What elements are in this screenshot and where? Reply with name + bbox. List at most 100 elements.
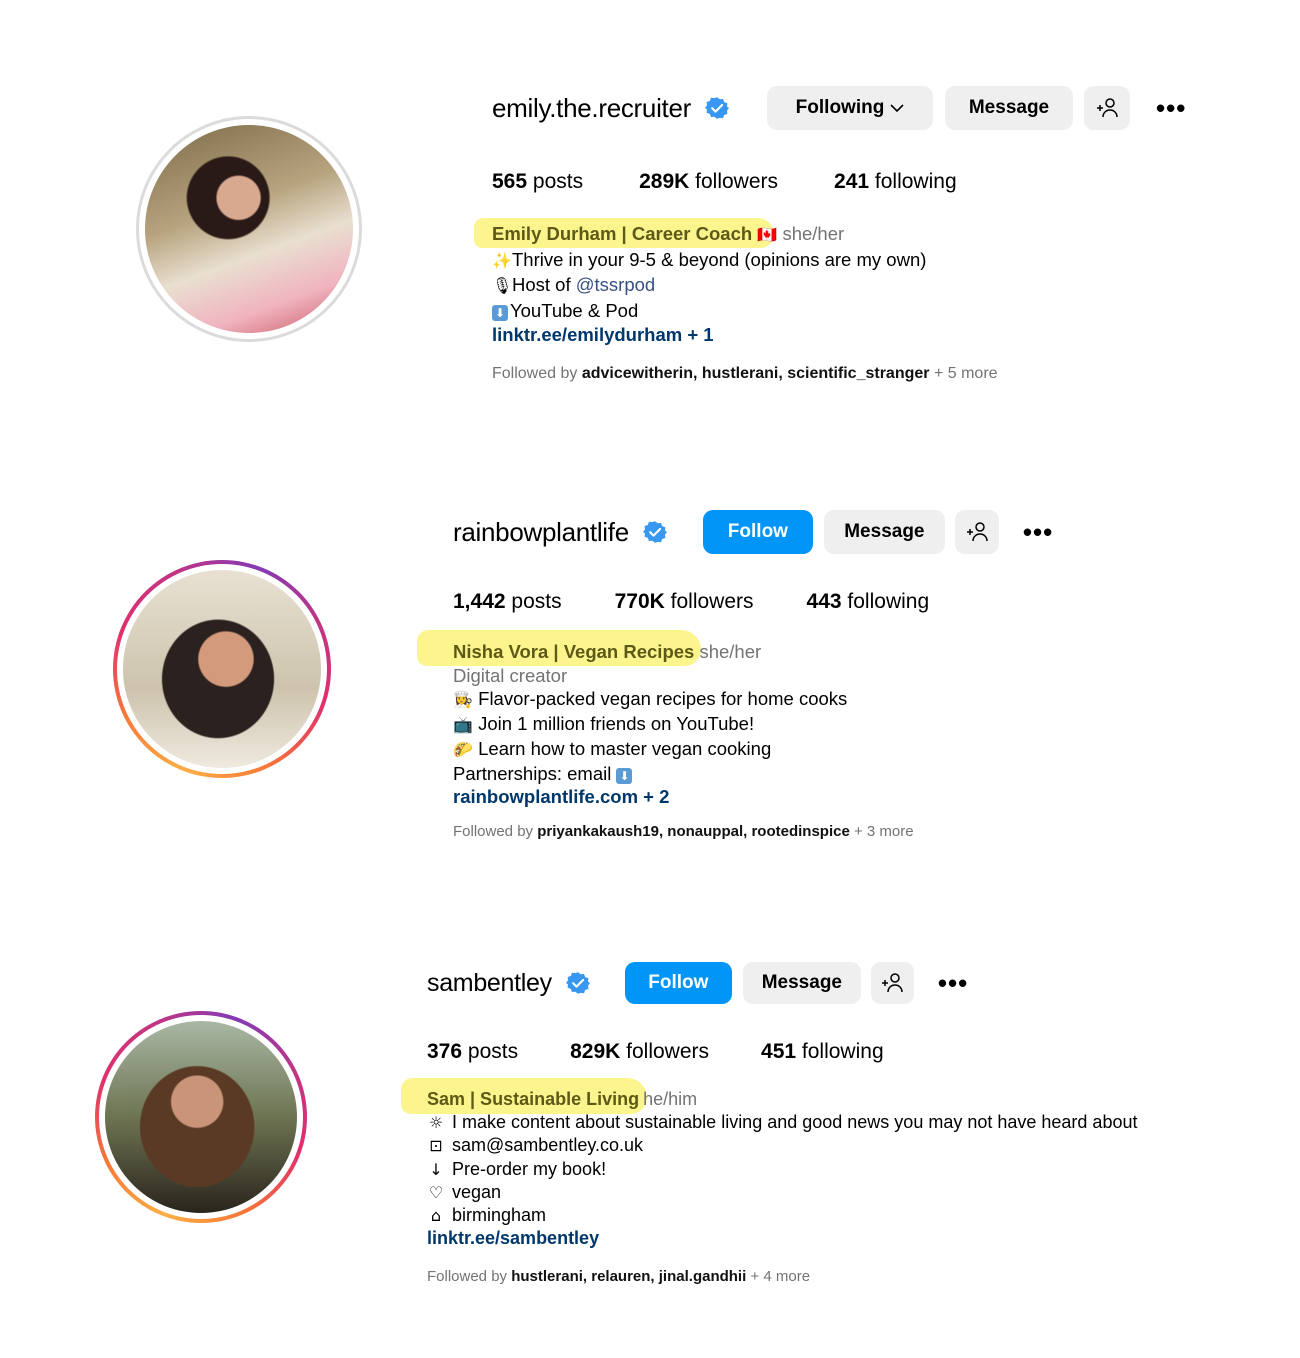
message-button[interactable]: Message xyxy=(823,510,945,554)
followers-count: 289K xyxy=(639,170,690,193)
followed-by-names: priyankakaush19, nonauppal, rootedinspic… xyxy=(537,823,850,840)
avatar-inner xyxy=(99,1015,303,1219)
avatar-photo xyxy=(145,125,353,333)
followed-by-more: + 3 more xyxy=(853,823,914,840)
followers-stat[interactable]: 770K followers xyxy=(615,590,754,614)
following-stat[interactable]: 451 following xyxy=(761,1040,884,1064)
canada-flag-icon: 🇨🇦 xyxy=(757,225,778,244)
followers-label: followers xyxy=(695,170,779,193)
profile-stats: 376 posts 829K followers 451 following xyxy=(427,1040,884,1064)
bio-line: linktr.ee/sambentley xyxy=(427,1227,1137,1250)
suggest-people-button[interactable] xyxy=(1084,86,1130,130)
posts-stat[interactable]: 1,442 posts xyxy=(453,590,562,614)
followed-by-prefix: Followed by xyxy=(427,1268,508,1285)
bio-line: ⌂ birmingham xyxy=(427,1204,1137,1227)
profile-stats: 1,442 posts 770K followers 443 following xyxy=(453,590,929,614)
profile-bio: Sam | Sustainable Living he/him ☼ I make … xyxy=(401,1078,1138,1250)
bio-text: Thrive in your 9-5 & beyond (opinions ar… xyxy=(512,248,927,270)
bio-text: Flavor-packed vegan recipes for home coo… xyxy=(478,688,848,710)
microphone-icon: 🎙 xyxy=(492,276,513,295)
mention-link[interactable]: @tssrpod xyxy=(576,274,655,295)
followed-by-more: + 4 more xyxy=(750,1268,811,1285)
external-link[interactable]: linktr.ee/sambentley xyxy=(427,1228,599,1248)
pronouns: she/her xyxy=(782,223,845,244)
chef-icon: 👩‍🍳 xyxy=(453,690,473,710)
bio-text: Join 1 million friends on YouTube! xyxy=(478,713,755,735)
followers-label: followers xyxy=(626,1040,710,1063)
home-icon: ⌂ xyxy=(430,1206,442,1226)
pronouns: she/her xyxy=(699,641,762,662)
message-label: Message xyxy=(761,972,842,993)
heart-icon: ♡ xyxy=(428,1182,444,1202)
message-label: Message xyxy=(844,521,925,542)
following-label-stat: following xyxy=(847,590,930,613)
profile-bio: Emily Durham | Career Coach 🇨🇦 she/her ✨… xyxy=(474,218,926,348)
avatar-photo xyxy=(123,570,321,768)
profile-header: rainbowplantlife Follow Message ••• xyxy=(453,510,1053,554)
bio-name-line: Nisha Vora | Vegan Recipes she/her xyxy=(417,630,847,666)
follow-button[interactable]: Follow xyxy=(702,510,813,554)
profile-header: sambentley Follow Message ••• xyxy=(427,962,968,1004)
bio-line: 📺 Join 1 million friends on YouTube! xyxy=(453,712,847,737)
avatar-inner xyxy=(117,564,327,774)
following-stat[interactable]: 443 following xyxy=(807,590,930,614)
followed-by[interactable]: Followed by hustlerani, relauren, jinal.… xyxy=(427,1268,810,1285)
followed-by-more: + 5 more xyxy=(933,365,998,382)
posts-count: 376 xyxy=(427,1040,463,1063)
followers-stat[interactable]: 829K followers xyxy=(570,1040,709,1064)
bio-line: ✨Thrive in your 9-5 & beyond (opinions a… xyxy=(492,248,926,274)
following-button[interactable]: Following xyxy=(767,86,933,130)
add-person-icon xyxy=(882,973,904,993)
more-options-icon[interactable]: ••• xyxy=(938,968,968,999)
profile-avatar[interactable] xyxy=(136,116,362,342)
add-person-icon xyxy=(966,522,988,542)
profile-avatar[interactable] xyxy=(95,1011,307,1223)
down-arrow-icon: ⬇ xyxy=(492,304,508,321)
posts-stat[interactable]: 565 posts xyxy=(492,170,583,194)
posts-stat[interactable]: 376 posts xyxy=(427,1040,518,1064)
pronouns: he/him xyxy=(643,1089,698,1109)
suggest-people-button[interactable] xyxy=(870,962,914,1004)
avatar-photo xyxy=(105,1021,297,1213)
bio-line: ⊡ sam@sambentley.co.uk xyxy=(427,1134,1137,1157)
television-icon: 📺 xyxy=(453,715,473,735)
followed-by[interactable]: Followed by advicewitherin, hustlerani, … xyxy=(492,365,998,383)
posts-label: posts xyxy=(511,590,562,613)
posts-count: 1,442 xyxy=(453,590,506,613)
bio-text: Pre-order my book! xyxy=(452,1158,607,1179)
profile-header: emily.the.recruiter Following Message ••… xyxy=(492,86,1186,130)
bio-text: sam@sambentley.co.uk xyxy=(452,1135,644,1156)
profile-avatar[interactable] xyxy=(113,560,331,778)
followed-by-names: hustlerani, relauren, jinal.gandhii xyxy=(511,1268,747,1285)
message-label: Message xyxy=(968,97,1050,118)
username: emily.the.recruiter xyxy=(492,92,691,123)
message-button[interactable]: Message xyxy=(742,962,861,1004)
more-options-icon[interactable]: ••• xyxy=(1156,93,1186,124)
external-link[interactable]: linktr.ee/emilydurham + 1 xyxy=(492,324,714,345)
down-arrow-icon: ⬇ xyxy=(616,767,633,784)
followers-stat[interactable]: 289K followers xyxy=(639,170,778,194)
bio-text: YouTube & Pod xyxy=(510,299,639,321)
bio-line: ⬇ YouTube & Pod xyxy=(492,299,926,324)
external-link[interactable]: rainbowplantlife.com + 2 xyxy=(453,786,669,807)
profile-stats: 565 posts 289K followers 241 following xyxy=(492,170,957,194)
bio-line: 👩‍🍳 Flavor-packed vegan recipes for home… xyxy=(453,687,847,712)
bio-text: I make content about sustainable living … xyxy=(452,1112,1138,1133)
followed-by-prefix: Followed by xyxy=(453,823,534,840)
sparkles-icon: ✨ xyxy=(492,250,512,270)
sun-icon: ☼ xyxy=(428,1113,444,1133)
following-stat[interactable]: 241 following xyxy=(834,170,957,194)
taco-icon: 🌮 xyxy=(453,739,473,759)
display-name: Emily Durham | Career Coach xyxy=(492,223,753,244)
following-label-stat: following xyxy=(801,1040,884,1063)
message-button[interactable]: Message xyxy=(945,86,1073,130)
followers-count: 770K xyxy=(614,590,665,613)
followers-label: followers xyxy=(670,590,754,613)
bio-line: ☼ I make content about sustainable livin… xyxy=(427,1111,1138,1134)
profile-bio: Nisha Vora | Vegan Recipes she/her Digit… xyxy=(417,630,847,809)
more-options-icon[interactable]: ••• xyxy=(1023,517,1053,548)
followed-by[interactable]: Followed by priyankakaush19, nonauppal, … xyxy=(453,823,914,840)
email-icon: ⊡ xyxy=(429,1136,443,1156)
suggest-people-button[interactable] xyxy=(954,510,999,554)
follow-button[interactable]: Follow xyxy=(624,962,732,1004)
